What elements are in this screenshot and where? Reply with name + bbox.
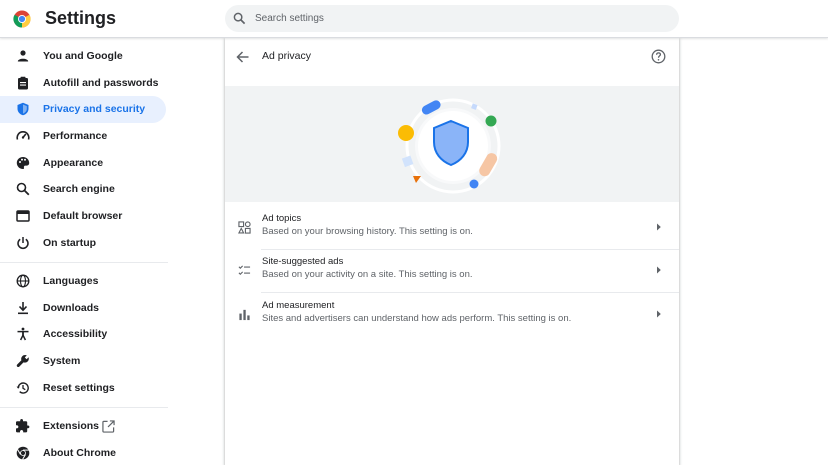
row-subtitle: Based on your activity on a site. This s… xyxy=(262,269,473,280)
app-title: Settings xyxy=(45,8,117,28)
sidebar-item-performance[interactable]: Performance xyxy=(0,123,166,150)
sidebar: You and Google Autofill and passwords Pr… xyxy=(0,38,175,465)
search-icon xyxy=(233,12,246,25)
sidebar-item-downloads[interactable]: Downloads xyxy=(0,295,166,322)
sidebar-item-label: On startup xyxy=(43,237,97,249)
chevron-right-icon xyxy=(657,310,661,318)
sidebar-item-label: Reset settings xyxy=(43,382,115,394)
sidebar-item-languages[interactable]: Languages xyxy=(0,268,166,295)
sidebar-item-label: Languages xyxy=(43,275,99,287)
sidebar-item-label: About Chrome xyxy=(43,447,116,459)
sidebar-item-system[interactable]: System xyxy=(0,348,166,375)
clipboard-icon xyxy=(18,76,28,90)
sidebar-divider xyxy=(0,262,168,263)
chrome-icon xyxy=(16,446,30,460)
sidebar-item-label: Appearance xyxy=(43,157,104,169)
sidebar-item-label: Performance xyxy=(43,130,108,142)
row-title: Ad measurement xyxy=(262,300,335,311)
shield-icon xyxy=(17,102,29,116)
page-title: Ad privacy xyxy=(262,50,312,62)
search-input[interactable] xyxy=(255,5,665,32)
puzzle-icon xyxy=(16,419,30,433)
search-box[interactable] xyxy=(225,5,679,32)
open-in-new-icon[interactable] xyxy=(102,420,115,433)
help-icon[interactable] xyxy=(651,49,666,64)
sidebar-item-label: Default browser xyxy=(43,210,123,222)
row-subtitle: Sites and advertisers can understand how… xyxy=(262,313,572,324)
row-divider xyxy=(261,292,679,293)
browser-icon xyxy=(16,210,30,222)
checklist-icon xyxy=(238,265,251,276)
sidebar-item-extensions[interactable]: Extensions xyxy=(0,413,166,440)
ad-measurement-row[interactable]: Ad measurement Sites and advertisers can… xyxy=(225,294,679,337)
speedometer-icon xyxy=(16,131,30,140)
back-arrow-icon[interactable] xyxy=(235,49,251,65)
sidebar-item-label: You and Google xyxy=(43,50,123,62)
sidebar-item-appearance[interactable]: Appearance xyxy=(0,150,166,177)
search-icon xyxy=(16,182,30,196)
sidebar-item-label: Autofill and passwords xyxy=(43,77,159,89)
row-title: Site-suggested ads xyxy=(262,256,344,267)
sidebar-item-autofill[interactable]: Autofill and passwords xyxy=(0,70,166,97)
topics-icon xyxy=(238,221,251,234)
sidebar-item-label: Privacy and security xyxy=(43,103,146,115)
shield-illustration-icon xyxy=(398,98,501,194)
sidebar-item-reset-settings[interactable]: Reset settings xyxy=(0,375,166,402)
accessibility-icon xyxy=(17,327,29,341)
sidebar-item-label: Extensions xyxy=(43,420,100,432)
ad-topics-row[interactable]: Ad topics Based on your browsing history… xyxy=(225,207,679,250)
history-icon xyxy=(16,382,29,394)
power-icon xyxy=(17,237,29,250)
palette-icon xyxy=(16,157,30,169)
sidebar-item-label: System xyxy=(43,355,81,367)
row-title: Ad topics xyxy=(262,213,302,224)
ad-privacy-card: Ad privacy Ad topics Based on your brows… xyxy=(225,38,679,465)
sidebar-item-about-chrome[interactable]: About Chrome xyxy=(0,440,166,465)
person-icon xyxy=(17,50,29,62)
sidebar-item-on-startup[interactable]: On startup xyxy=(0,230,166,257)
globe-icon xyxy=(16,274,30,288)
sidebar-item-label: Downloads xyxy=(43,302,100,314)
chevron-right-icon xyxy=(657,223,661,231)
bar-chart-icon xyxy=(239,309,250,321)
top-bar: Settings xyxy=(0,0,828,38)
wrench-icon xyxy=(16,355,29,368)
ad-privacy-illustration xyxy=(225,86,679,202)
site-suggested-ads-row[interactable]: Site-suggested ads Based on your activit… xyxy=(225,250,679,293)
sidebar-item-label: Accessibility xyxy=(43,328,108,340)
sidebar-item-accessibility[interactable]: Accessibility xyxy=(0,321,166,348)
sidebar-item-default-browser[interactable]: Default browser xyxy=(0,203,166,230)
sidebar-item-privacy-and-security[interactable]: Privacy and security xyxy=(0,96,166,123)
chrome-logo-icon xyxy=(13,10,31,28)
sidebar-item-label: Search engine xyxy=(43,183,115,195)
sidebar-item-you-and-google[interactable]: You and Google xyxy=(0,43,166,70)
sidebar-divider xyxy=(0,407,168,408)
sidebar-item-search-engine[interactable]: Search engine xyxy=(0,176,166,203)
download-icon xyxy=(18,302,28,315)
row-subtitle: Based on your browsing history. This set… xyxy=(262,226,473,237)
chevron-right-icon xyxy=(657,266,661,274)
